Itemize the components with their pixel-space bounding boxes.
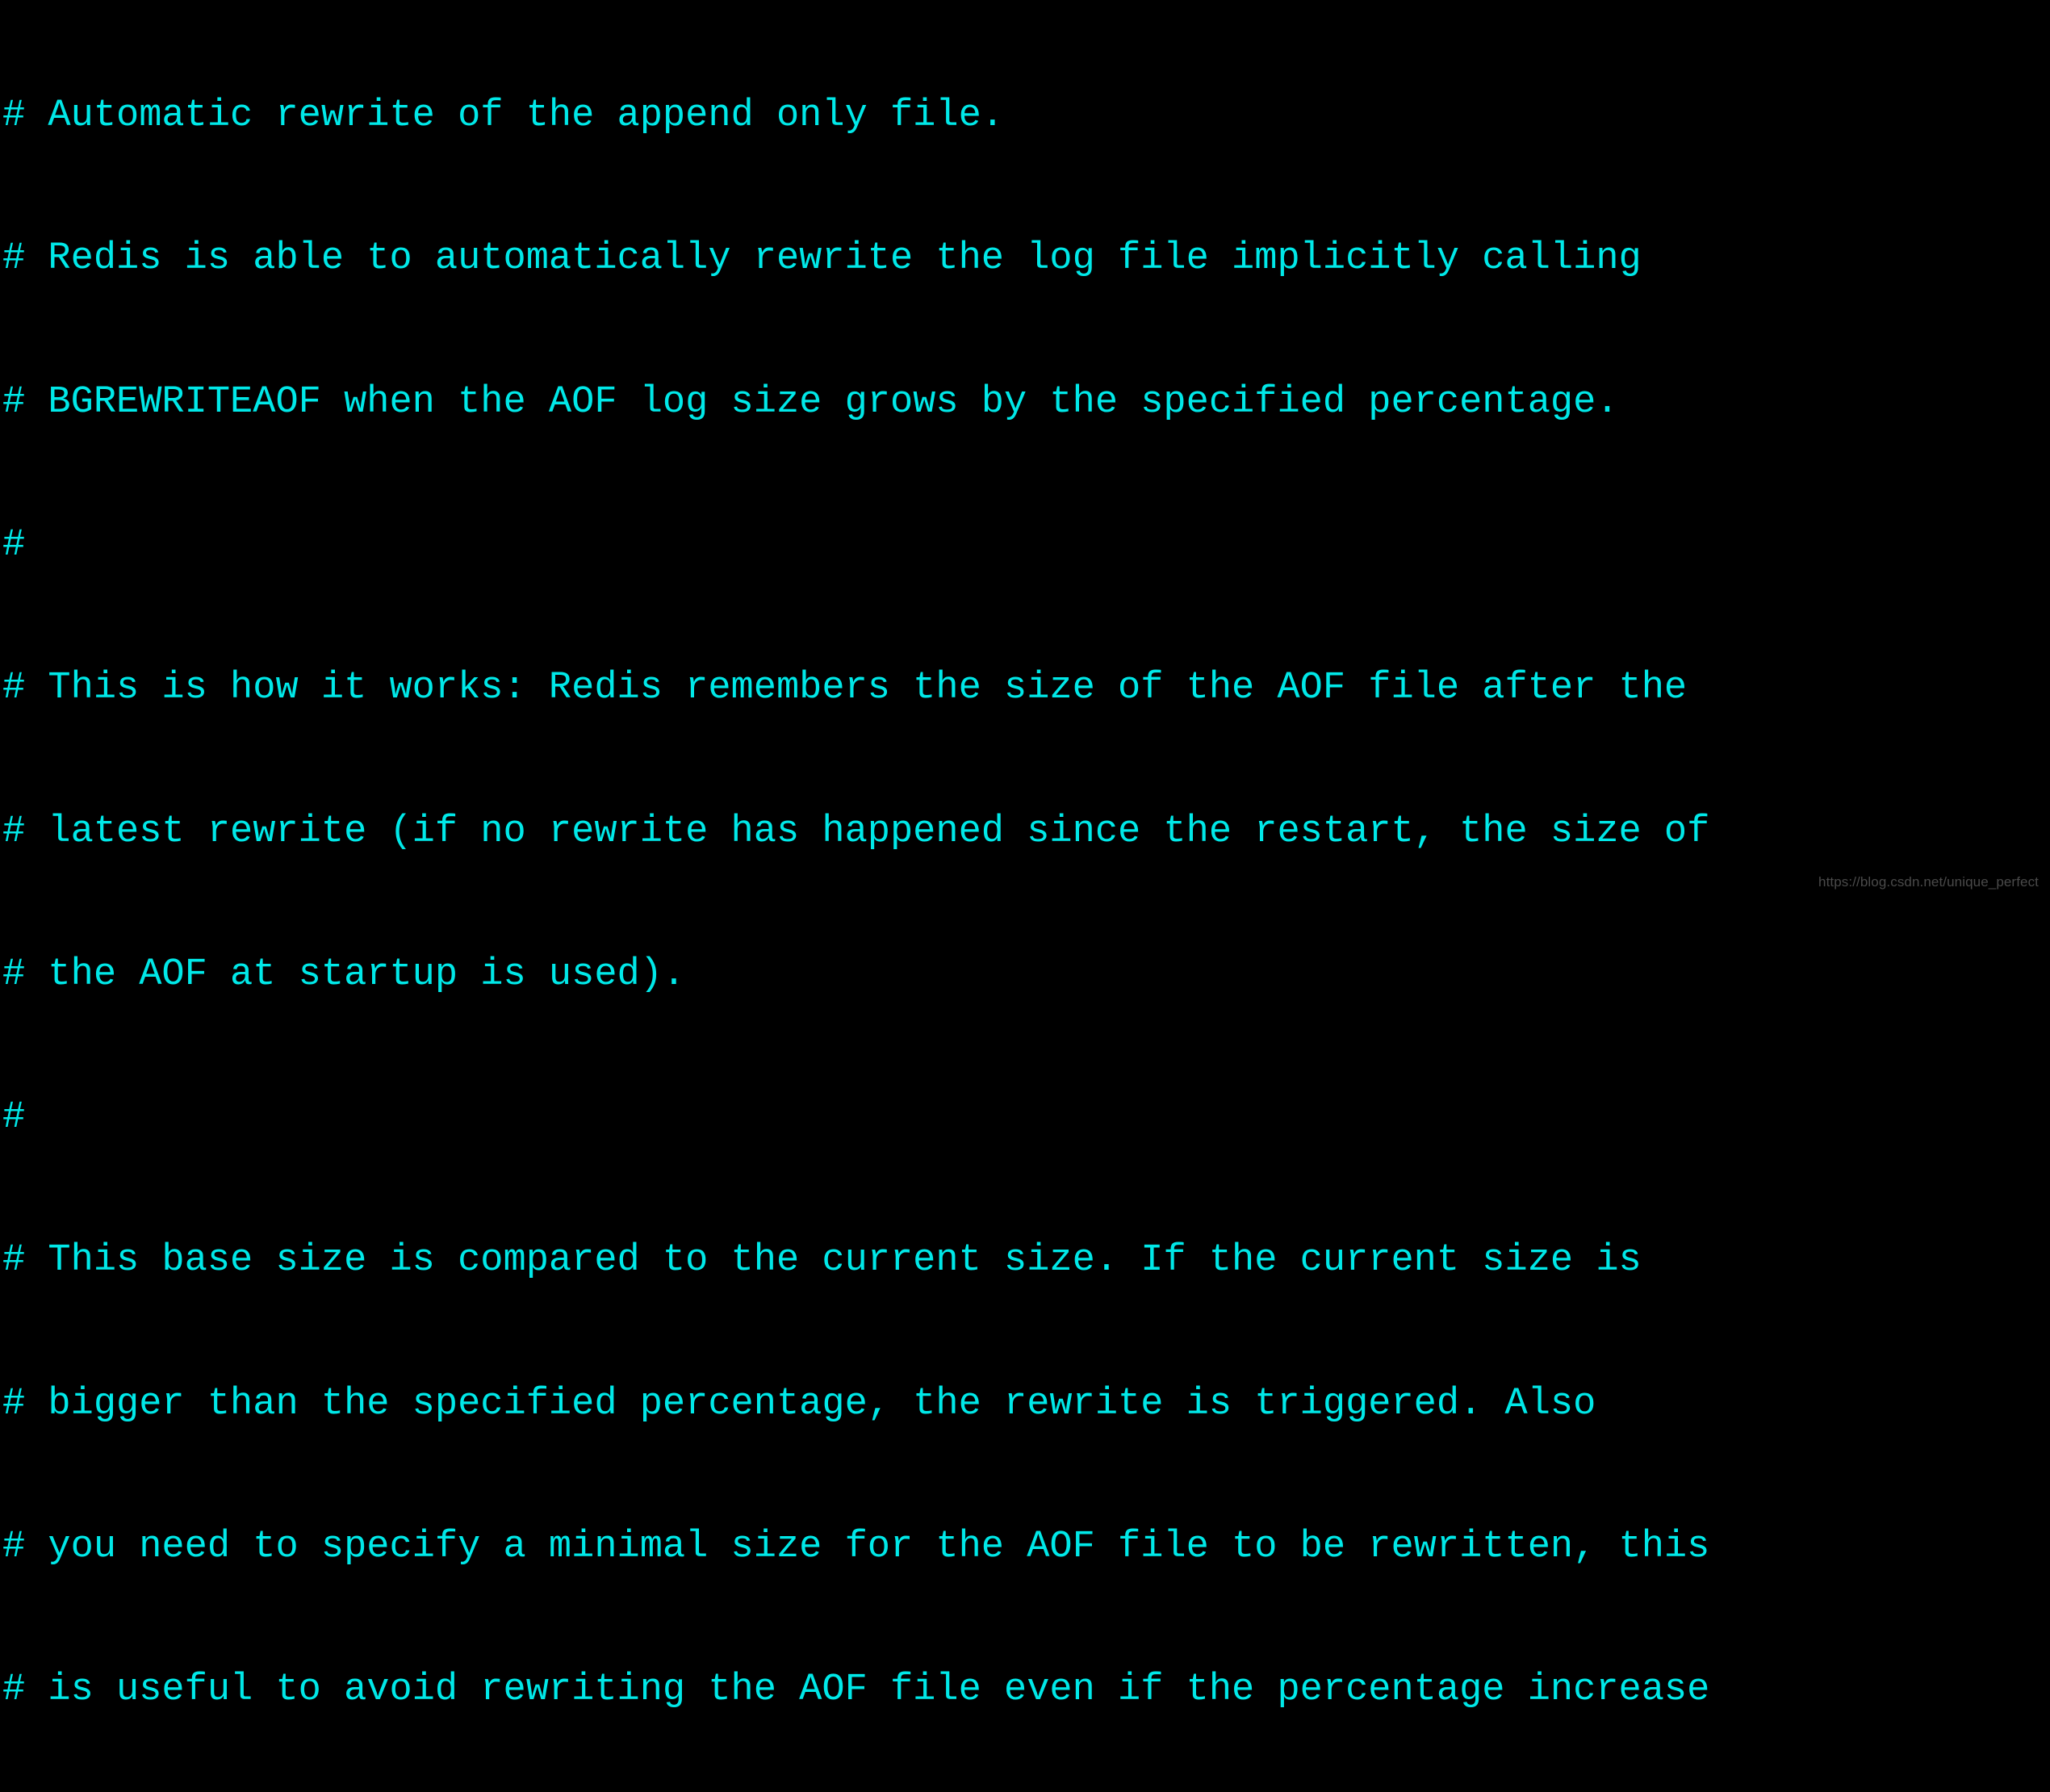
- code-line: # the AOF at startup is used).: [2, 953, 686, 996]
- code-line: # Redis is able to automatically rewrite…: [2, 237, 1642, 281]
- code-line: # you need to specify a minimal size for…: [2, 1526, 1710, 1568]
- watermark: https://blog.csdn.net/unique_perfect: [1818, 874, 2039, 890]
- code-line: # BGREWRITEAOF when the AOF log size gro…: [2, 380, 1619, 424]
- code-line: # Automatic rewrite of the append only f…: [2, 94, 1005, 138]
- code-line: # bigger than the specified percentage, …: [2, 1382, 1596, 1426]
- code-line: #: [2, 1096, 26, 1140]
- code-line: # This base size is compared to the curr…: [2, 1239, 1642, 1283]
- code-line: # is useful to avoid rewriting the AOF f…: [2, 1668, 1710, 1712]
- code-line: # latest rewrite (if no rewrite has happ…: [2, 810, 1710, 853]
- code-line: #: [2, 524, 26, 567]
- terminal-window: # Automatic rewrite of the append only f…: [0, 0, 2050, 1711]
- config-file-text[interactable]: # Automatic rewrite of the append only f…: [2, 0, 1709, 1792]
- code-line: # This is how it works: Redis remembers …: [2, 667, 1688, 710]
